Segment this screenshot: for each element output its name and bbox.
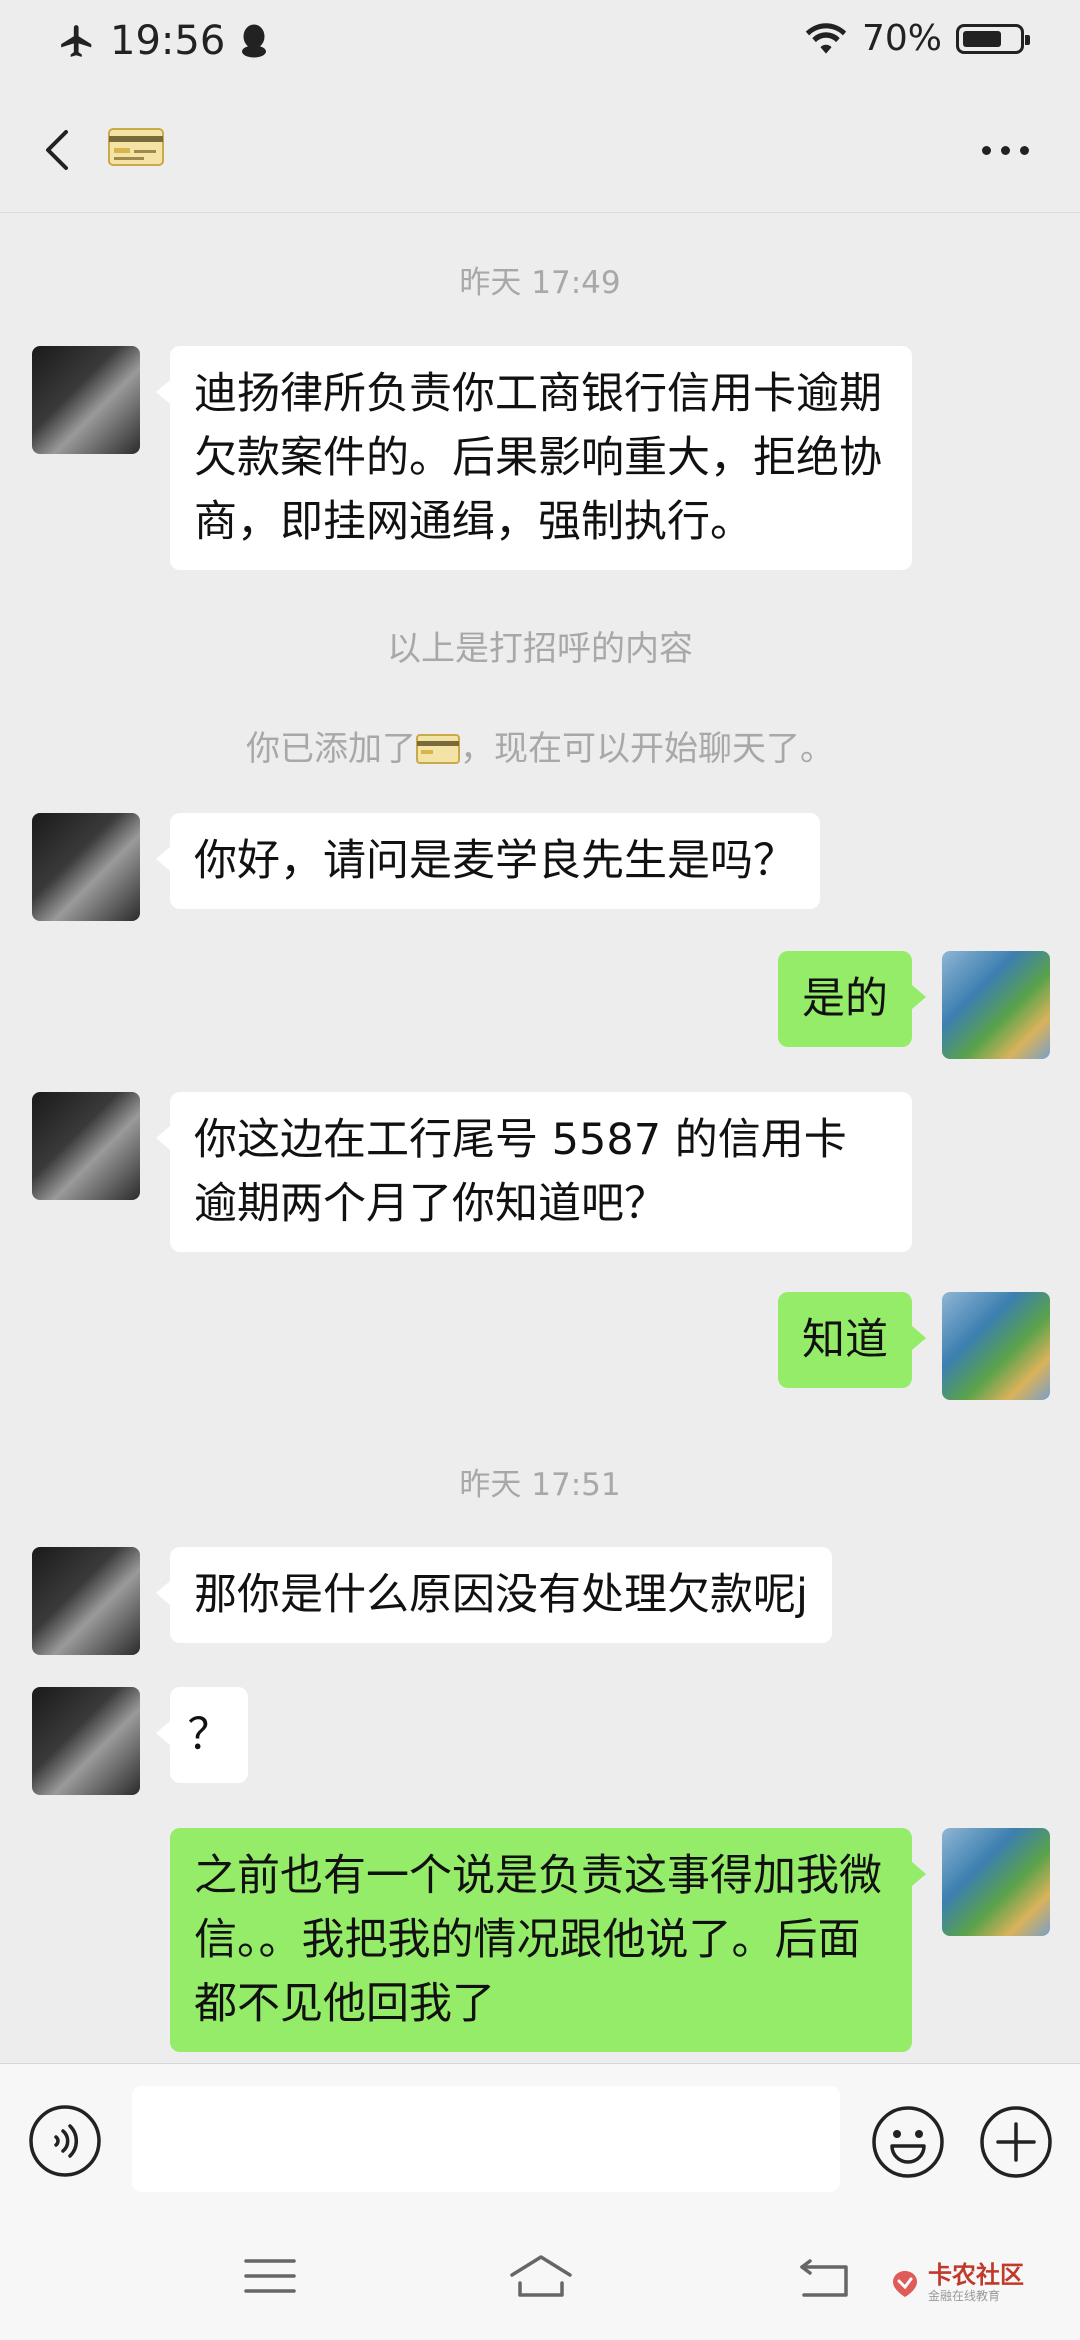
system-message-suffix: ，现在可以开始聊天了。 xyxy=(460,729,834,769)
my-avatar[interactable] xyxy=(942,951,1050,1059)
system-message: 以上是打招呼的内容 xyxy=(387,629,693,669)
message-list[interactable]: 昨天 17:49 迪扬律所负责你工商银行信用卡逾期欠款案件的。后果影响重大，拒绝… xyxy=(0,213,1080,2063)
system-message-added: 你已添加了 ，现在可以开始聊天了。 xyxy=(0,721,1080,770)
watermark-subtext: 金融在线教育 xyxy=(928,2289,1001,2303)
battery-percent: 70% xyxy=(861,18,942,59)
my-avatar[interactable] xyxy=(942,1828,1050,1936)
qq-notification-icon xyxy=(242,24,267,58)
incoming-message[interactable]: ？ xyxy=(156,1687,248,1783)
plus-icon[interactable] xyxy=(978,2104,1054,2180)
contact-avatar[interactable] xyxy=(32,1092,140,1200)
my-avatar[interactable] xyxy=(942,1292,1050,1400)
watermark-text: 卡农社区 xyxy=(928,2261,1024,2289)
menu-icon[interactable] xyxy=(240,2251,300,2301)
battery-icon xyxy=(956,23,1030,54)
emoji-icon[interactable] xyxy=(870,2104,946,2180)
message-input-bar xyxy=(0,2063,1080,2214)
contact-avatar[interactable] xyxy=(32,813,140,921)
credit-card-emoji-icon xyxy=(108,128,164,166)
system-message-prefix: 你已添加了 xyxy=(246,729,416,769)
message-input[interactable] xyxy=(132,2086,840,2192)
timestamp: 昨天 17:51 xyxy=(459,1467,621,1503)
contact-avatar[interactable] xyxy=(32,1547,140,1655)
home-icon[interactable] xyxy=(506,2251,576,2301)
status-left: 19:56 xyxy=(58,18,269,64)
contact-avatar[interactable] xyxy=(32,1687,140,1795)
outgoing-message[interactable]: 之前也有一个说是负责这事得加我微信。。我把我的情况跟他说了。后面都不见他回我了 xyxy=(170,1828,926,2052)
incoming-message[interactable]: 那你是什么原因没有处理欠款呢j xyxy=(156,1547,832,1643)
incoming-message[interactable]: 你这边在工行尾号 5587 的信用卡逾期两个月了你知道吧？ xyxy=(156,1092,912,1252)
watermark: 卡农社区 金融在线教育 xyxy=(888,2263,1024,2304)
credit-card-emoji-icon xyxy=(416,734,460,764)
back-nav-icon[interactable] xyxy=(796,2251,856,2301)
timestamp: 昨天 17:49 xyxy=(459,265,621,301)
incoming-message[interactable]: 你好，请问是麦学良先生是吗？ xyxy=(156,813,820,909)
status-right: 70% xyxy=(804,18,1030,59)
more-button[interactable] xyxy=(970,120,1040,180)
outgoing-message[interactable]: 是的 xyxy=(778,951,926,1047)
contact-avatar[interactable] xyxy=(32,346,140,454)
wifi-icon xyxy=(805,22,847,54)
more-dot xyxy=(981,145,991,155)
status-bar: 19:56 70% xyxy=(0,0,1080,86)
more-dot xyxy=(1000,145,1010,155)
airplane-mode-icon xyxy=(61,25,92,57)
watermark-text-group: 卡农社区 金融在线教育 xyxy=(928,2263,1024,2304)
back-icon[interactable] xyxy=(30,120,90,180)
incoming-message[interactable]: 迪扬律所负责你工商银行信用卡逾期欠款案件的。后果影响重大，拒绝协商，即挂网通缉，… xyxy=(156,346,912,570)
chat-header xyxy=(0,90,1080,212)
watermark-logo-icon xyxy=(893,2270,917,2297)
voice-icon[interactable] xyxy=(28,2104,102,2178)
more-dot xyxy=(1019,145,1029,155)
battery-level xyxy=(963,30,1001,47)
outgoing-message[interactable]: 知道 xyxy=(778,1292,926,1388)
status-time: 19:56 xyxy=(110,18,226,64)
system-navigation-bar: 卡农社区 金融在线教育 xyxy=(0,2213,1080,2340)
